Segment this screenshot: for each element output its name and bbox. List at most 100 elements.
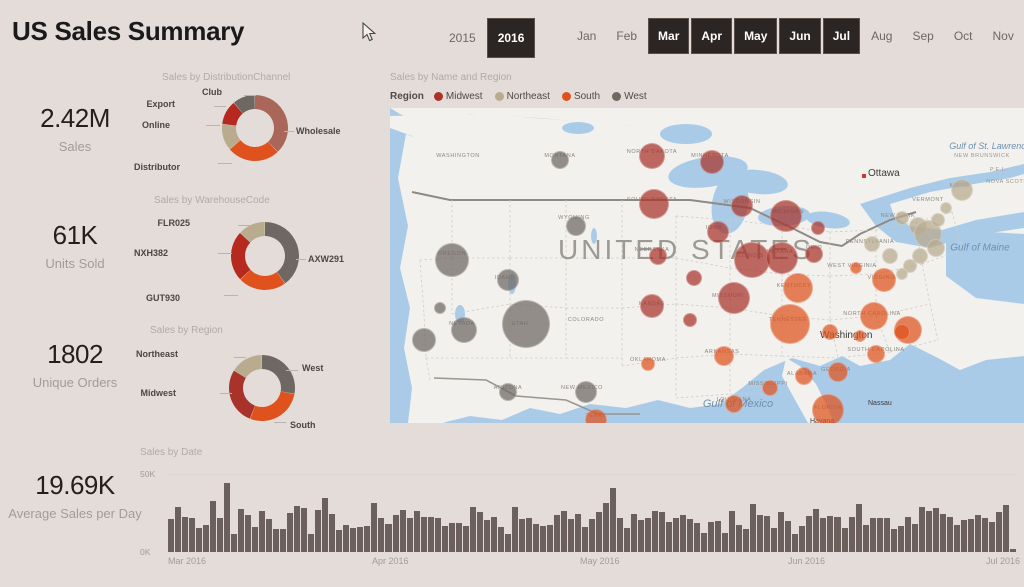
bar[interactable]: [876, 517, 883, 552]
bar[interactable]: [364, 526, 371, 552]
bar[interactable]: [638, 520, 645, 552]
bar[interactable]: [701, 532, 708, 552]
bar[interactable]: [939, 513, 946, 552]
bar[interactable]: [799, 526, 806, 552]
bar[interactable]: [687, 519, 694, 552]
map-bubble-south[interactable]: [714, 346, 734, 366]
bar[interactable]: [869, 517, 876, 552]
map-bubble-south[interactable]: [770, 304, 810, 344]
bar-series[interactable]: [168, 474, 1016, 552]
map-bubble-midwest[interactable]: [700, 150, 724, 174]
legend-item-south[interactable]: South: [561, 91, 600, 102]
donut-graphic[interactable]: AXW291 GUT930 NXH382 FLR025: [134, 206, 380, 306]
bar[interactable]: [189, 517, 196, 552]
bar[interactable]: [820, 518, 827, 552]
bar[interactable]: [778, 512, 785, 552]
bar[interactable]: [266, 519, 273, 552]
bar[interactable]: [301, 507, 308, 552]
donut-slice-wholesale[interactable]: [255, 95, 288, 152]
bar[interactable]: [343, 525, 350, 552]
donut-slice-west[interactable]: [262, 355, 295, 394]
month-option-mar[interactable]: Mar: [648, 18, 690, 54]
bar-plot-area[interactable]: 50K 0K: [140, 469, 1016, 557]
bar[interactable]: [441, 526, 448, 552]
bar[interactable]: [588, 519, 595, 552]
bar[interactable]: [280, 529, 287, 552]
bar[interactable]: [764, 516, 771, 552]
bar[interactable]: [413, 510, 420, 552]
bar[interactable]: [469, 506, 476, 552]
bar[interactable]: [238, 509, 245, 552]
bar[interactable]: [336, 530, 343, 552]
bar[interactable]: [315, 509, 322, 552]
legend-item-midwest[interactable]: Midwest: [433, 91, 483, 102]
bar[interactable]: [666, 521, 673, 552]
bar[interactable]: [252, 527, 259, 552]
bar[interactable]: [785, 520, 792, 552]
map-bubble-midwest[interactable]: [731, 195, 753, 217]
donut-slice-midwest[interactable]: [229, 370, 256, 419]
map-bubble-northeast[interactable]: [882, 248, 898, 264]
month-option-jul[interactable]: Jul: [822, 18, 861, 54]
bar[interactable]: [210, 500, 217, 552]
bar[interactable]: [729, 511, 736, 552]
year-slicer[interactable]: 2015 2016: [440, 18, 537, 58]
bar[interactable]: [918, 506, 925, 552]
bar[interactable]: [995, 512, 1002, 552]
bar[interactable]: [350, 527, 357, 552]
bar-chart-sales-by-date[interactable]: Sales by Date 50K 0K Mar 2016 Apr 2016 May…: [140, 447, 1020, 579]
bar[interactable]: [175, 506, 182, 552]
month-option-jun[interactable]: Jun: [779, 18, 821, 54]
bar[interactable]: [673, 517, 680, 552]
map-bubble-south[interactable]: [828, 362, 848, 382]
bar[interactable]: [841, 527, 848, 552]
bar[interactable]: [168, 519, 175, 552]
bar[interactable]: [182, 516, 189, 552]
bar[interactable]: [1002, 505, 1009, 552]
map-bubble-south[interactable]: [783, 273, 813, 303]
map-bubble-northeast[interactable]: [951, 179, 973, 201]
map-bubble-west[interactable]: [412, 328, 436, 352]
bar[interactable]: [624, 527, 631, 552]
bar[interactable]: [736, 525, 743, 552]
map-bubble-south[interactable]: [822, 324, 838, 340]
bar[interactable]: [581, 527, 588, 552]
map-bubble-midwest[interactable]: [686, 270, 702, 286]
bar[interactable]: [715, 520, 722, 552]
donut-slice-axw291[interactable]: [265, 222, 299, 284]
map-bubble-midwest[interactable]: [639, 143, 665, 169]
bar[interactable]: [322, 498, 329, 552]
month-slicer[interactable]: JanFebMarAprMayJunJulAugSepOctNovDec: [568, 18, 1024, 54]
donut-chart-distribution-channel[interactable]: Sales by DistributionChannel Wholesale Di…: [134, 72, 370, 173]
map-bubble-south[interactable]: [854, 330, 866, 342]
map-bubble-midwest[interactable]: [811, 221, 825, 235]
bar[interactable]: [960, 520, 967, 552]
donut-slice-south[interactable]: [250, 391, 295, 421]
bar[interactable]: [420, 516, 427, 552]
map-bubble-northeast[interactable]: [940, 202, 952, 214]
map-bubble-west[interactable]: [551, 151, 569, 169]
map-bubble-northeast[interactable]: [931, 213, 945, 227]
bar[interactable]: [609, 488, 616, 552]
map-bubble-west[interactable]: [499, 383, 517, 401]
bar[interactable]: [539, 526, 546, 552]
month-option-may[interactable]: May: [734, 18, 778, 54]
map-bubble-south[interactable]: [860, 302, 888, 330]
donut-slices[interactable]: [150, 336, 380, 436]
bar[interactable]: [462, 526, 469, 552]
month-option-feb[interactable]: Feb: [607, 23, 646, 49]
map-bubble-midwest[interactable]: [805, 245, 823, 263]
bar[interactable]: [294, 505, 301, 552]
map-bubble-west[interactable]: [575, 381, 597, 403]
bar[interactable]: [827, 516, 834, 552]
bar[interactable]: [308, 534, 315, 552]
donut-graphic[interactable]: West South Midwest Northeast: [136, 336, 380, 436]
bar[interactable]: [427, 516, 434, 552]
bar[interactable]: [806, 516, 813, 552]
bar[interactable]: [448, 523, 455, 552]
map-bubble-west[interactable]: [497, 269, 519, 291]
bar[interactable]: [680, 515, 687, 552]
bar[interactable]: [862, 524, 869, 552]
bar[interactable]: [546, 524, 553, 552]
bar[interactable]: [245, 514, 252, 552]
